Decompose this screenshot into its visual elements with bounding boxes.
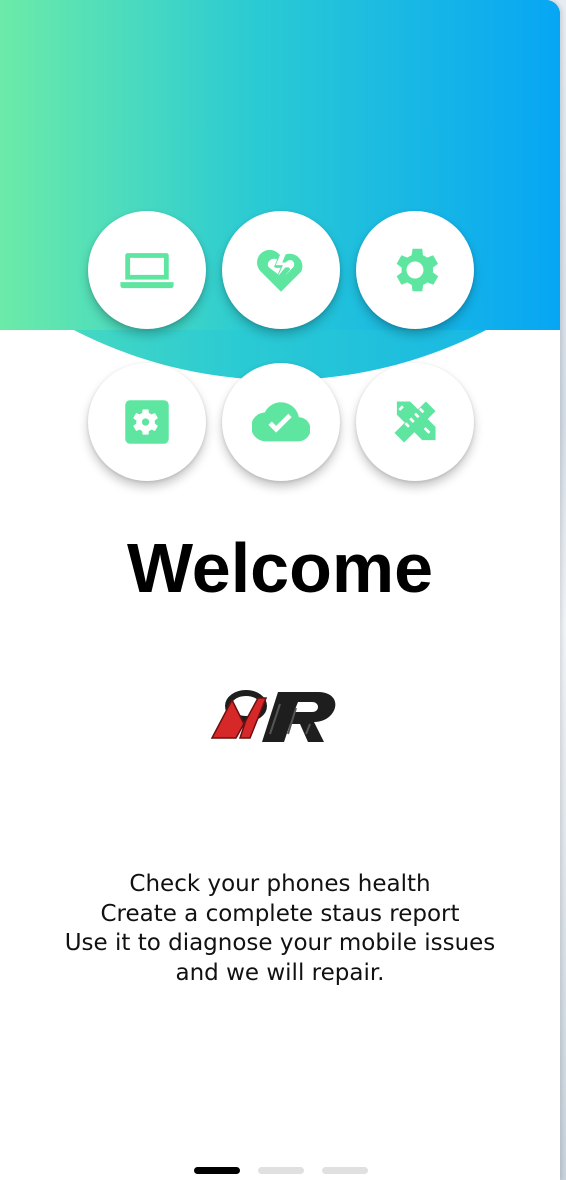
cloud-backup-button[interactable]	[222, 363, 340, 481]
page-dot-3[interactable]	[322, 1167, 368, 1174]
description-line: Use it to diagnose your mobile issues	[64, 930, 496, 956]
page-indicator	[0, 1167, 560, 1175]
cloud-check-icon	[252, 402, 310, 442]
description-line: Create a complete staus report	[100, 900, 460, 927]
description-line: Check your phones health	[129, 871, 431, 897]
mr-logo	[210, 690, 336, 742]
description-line: and we will repair.	[175, 959, 385, 986]
gear-icon	[396, 248, 439, 292]
welcome-title: Welcome	[126, 529, 434, 607]
device-settings-button[interactable]	[88, 363, 206, 481]
page-dot-1[interactable]	[194, 1167, 240, 1174]
laptop-icon	[120, 253, 174, 289]
tools-button[interactable]	[356, 363, 474, 481]
settings-button[interactable]	[356, 211, 474, 329]
broken-heart-icon	[256, 249, 303, 292]
ruler-pencil-icon	[394, 401, 436, 443]
onboarding-screen: Welcome Check your phones health Create …	[0, 0, 560, 1180]
welcome-description: Check your phones health Create a comple…	[0, 870, 560, 988]
heart-health-button[interactable]	[222, 211, 340, 329]
laptop-button[interactable]	[88, 211, 206, 329]
page-dot-2[interactable]	[258, 1167, 304, 1174]
settings-box-icon	[125, 400, 169, 444]
